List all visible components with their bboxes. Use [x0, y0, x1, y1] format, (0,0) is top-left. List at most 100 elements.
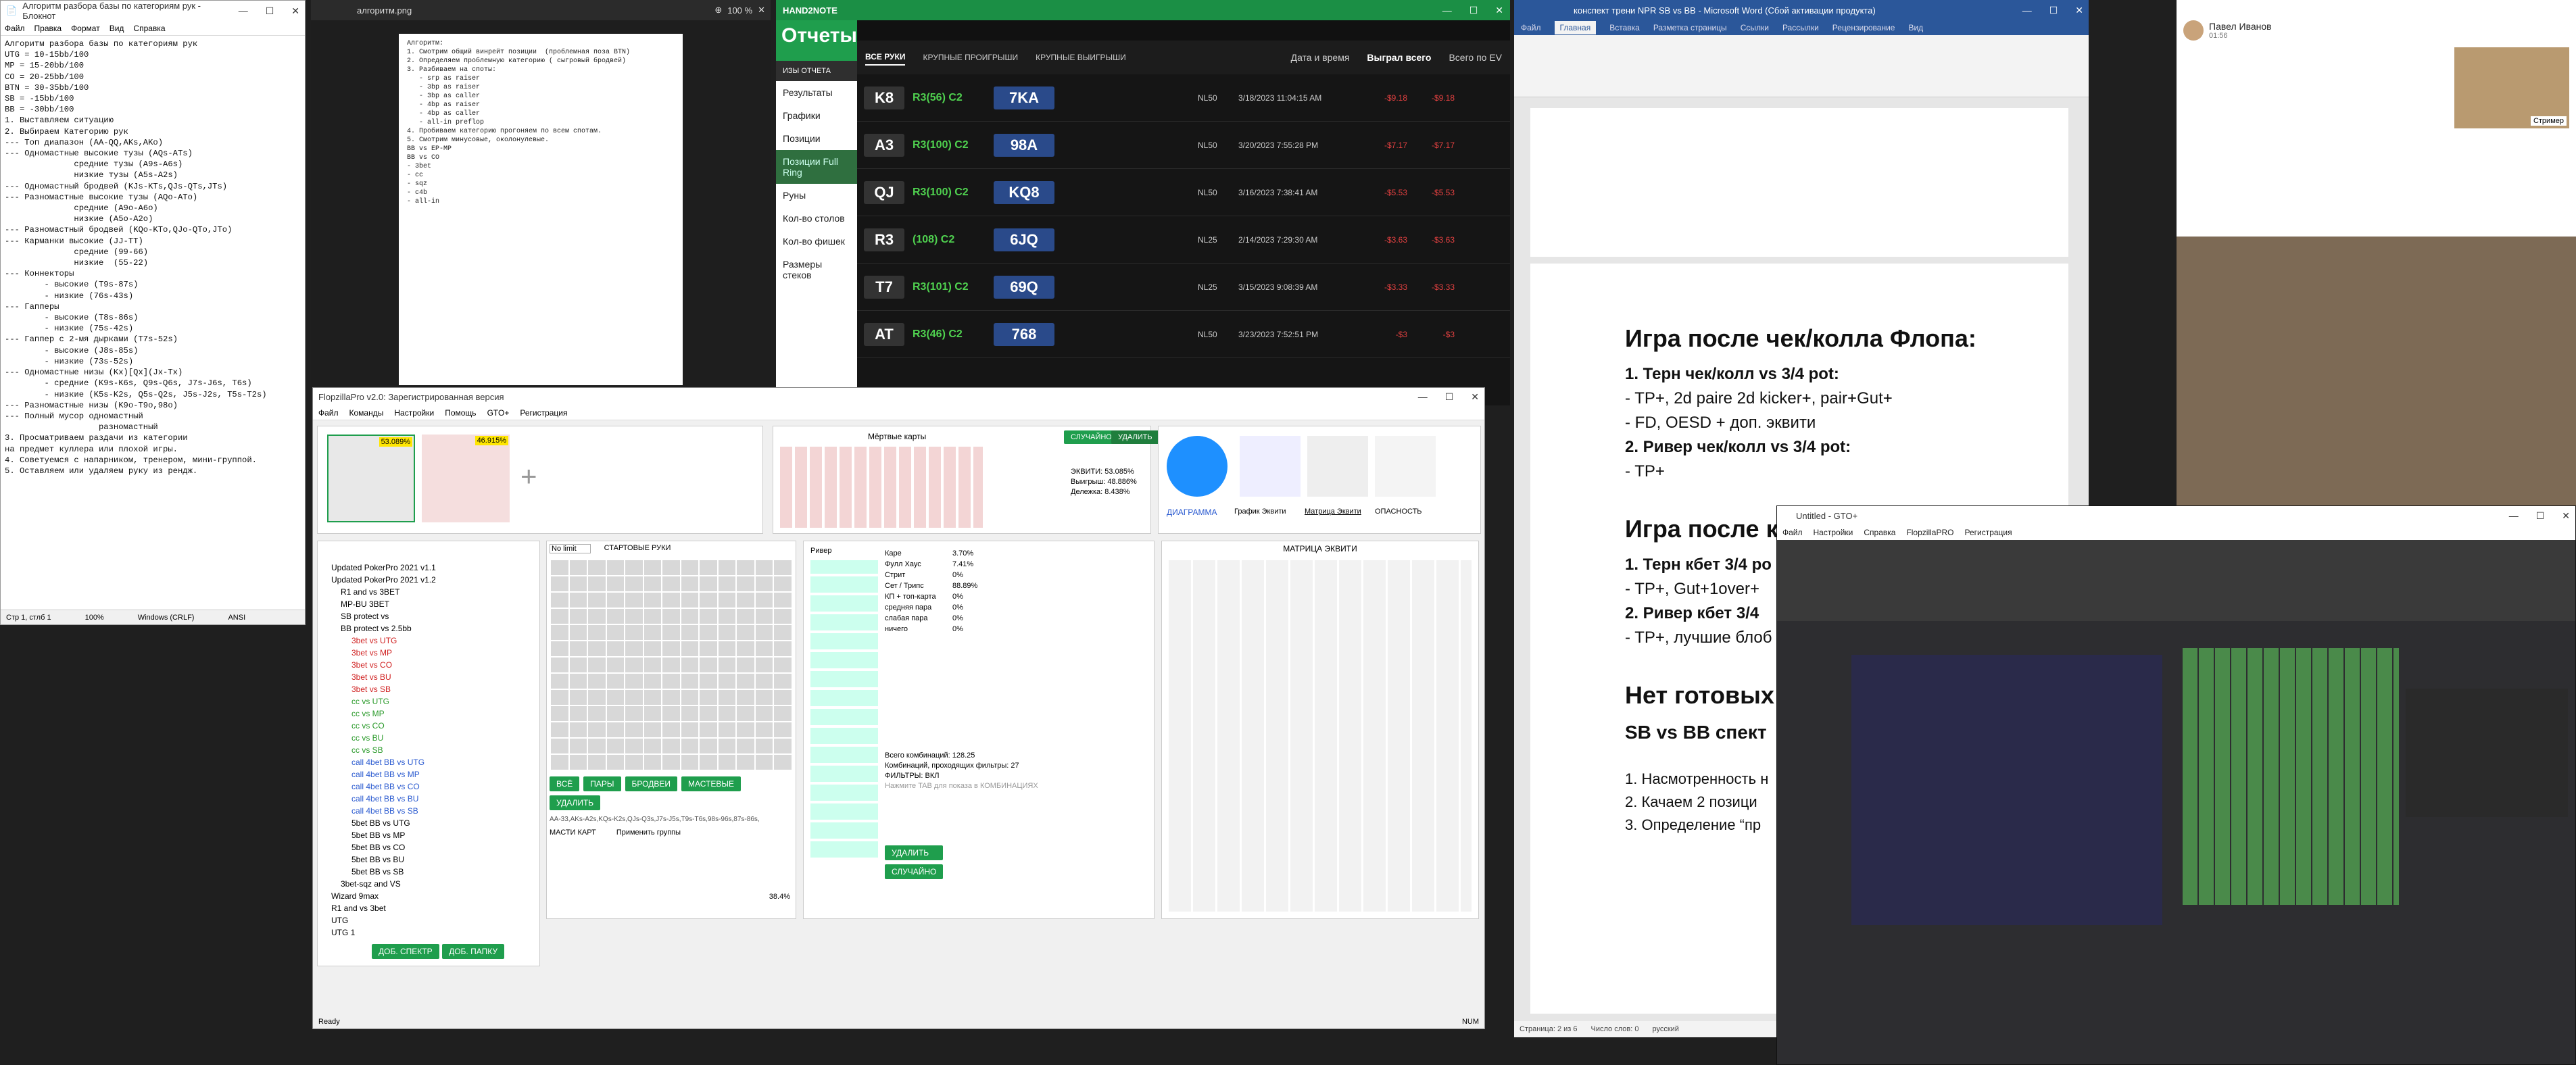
hand-cell[interactable] [551, 722, 568, 737]
hand-cell[interactable] [643, 755, 662, 770]
matrix-thumb[interactable] [1307, 436, 1368, 497]
hand-cell[interactable] [588, 625, 606, 640]
hand-cell[interactable] [737, 690, 754, 705]
hand-cell[interactable] [643, 625, 662, 640]
hand-cell[interactable] [551, 560, 568, 575]
hand-cell[interactable] [551, 755, 568, 770]
hand-cell[interactable] [569, 690, 587, 705]
hand-cell[interactable] [606, 641, 625, 656]
close-button[interactable]: ✕ [291, 5, 299, 17]
menu-item[interactable]: Помощь [445, 408, 476, 418]
hand-cell[interactable] [606, 609, 625, 624]
hand-cell[interactable] [681, 609, 699, 624]
hand-cell[interactable] [569, 755, 587, 770]
hand-cell[interactable] [755, 674, 773, 689]
hand-cell[interactable] [681, 560, 699, 575]
hand-cell[interactable] [606, 722, 625, 737]
tree-item[interactable]: cc vs BU [324, 732, 533, 744]
hand-cell[interactable] [569, 593, 587, 608]
broadway-button[interactable]: БРОДВЕИ [625, 776, 677, 791]
gto-strategy-grid[interactable] [2183, 648, 2399, 905]
add-folder-button[interactable]: ДОБ. ПАПКУ [442, 944, 504, 959]
hand-cell[interactable] [569, 625, 587, 640]
tree-item[interactable]: R1 and vs 3bet [324, 902, 533, 914]
hand-cell[interactable] [569, 722, 587, 737]
hand-cell[interactable] [625, 576, 643, 591]
tree-item[interactable]: 3bet vs BU [324, 671, 533, 683]
hand-cell[interactable] [662, 674, 680, 689]
hand-cell[interactable] [774, 706, 792, 721]
limit-select[interactable]: No limit [550, 544, 591, 553]
close-button[interactable]: ✕ [1495, 5, 1503, 16]
hand-cell[interactable] [755, 706, 773, 721]
hand-cell[interactable] [643, 593, 662, 608]
hand-cell[interactable] [718, 722, 736, 737]
menu-item[interactable]: Настройки [1814, 528, 1853, 537]
hand-cell[interactable] [700, 674, 717, 689]
h2n-nav-item[interactable]: Кол-во столов [776, 207, 857, 230]
hand-cell[interactable] [662, 706, 680, 721]
hand-cell[interactable] [662, 755, 680, 770]
tree-item[interactable]: R1 and vs 3BET [324, 586, 533, 598]
tab-big-wins[interactable]: КРУПНЫЕ ВЫИГРЫШИ [1036, 53, 1126, 62]
hand-cell[interactable] [774, 690, 792, 705]
thumbnail-video[interactable]: Стример [2454, 47, 2569, 128]
hand-matrix[interactable] [547, 556, 796, 774]
menu-item[interactable]: Команды [349, 408, 384, 418]
hand-cell[interactable] [774, 625, 792, 640]
hand-cell[interactable] [737, 641, 754, 656]
hand-cell[interactable] [700, 755, 717, 770]
matrix-label[interactable]: Матрица Эквити [1305, 507, 1361, 516]
filters-status[interactable]: ФИЛЬТРЫ: ВКЛ [885, 771, 1038, 781]
ranges-tree[interactable]: Updated PokerPro 2021 v1.1 Updated PokerP… [318, 541, 539, 941]
maximize-button[interactable]: ☐ [2049, 5, 2058, 16]
hand-cell[interactable] [718, 690, 736, 705]
ribbon-tab[interactable]: Файл [1521, 23, 1541, 32]
graph-label[interactable]: График Эквити [1234, 507, 1286, 516]
hand-cell[interactable] [588, 560, 606, 575]
close-button[interactable]: ✕ [1471, 391, 1479, 403]
col-date[interactable]: Дата и время [1291, 52, 1350, 63]
ribbon-tab[interactable]: Вид [1908, 23, 1923, 32]
hand-cell[interactable] [606, 593, 625, 608]
hand-cell[interactable] [625, 641, 643, 656]
hand-cell[interactable] [569, 739, 587, 753]
table-row[interactable]: AT R3(46) C2 768 NL50 3/23/2023 7:52:51 PM -$… [857, 311, 1510, 358]
hand-cell[interactable] [700, 658, 717, 672]
tree-item[interactable]: 3bet vs CO [324, 659, 533, 671]
hand-cell[interactable] [755, 658, 773, 672]
deck-grid[interactable] [780, 447, 983, 528]
close-button[interactable]: ✕ [2562, 510, 2570, 522]
hand-cell[interactable] [643, 641, 662, 656]
menu-item[interactable]: Файл [1782, 528, 1803, 537]
hand-cell[interactable] [625, 722, 643, 737]
hand-cell[interactable] [625, 658, 643, 672]
hand-cell[interactable] [774, 609, 792, 624]
hand-cell[interactable] [681, 722, 699, 737]
hand-cell[interactable] [700, 593, 717, 608]
menu-item[interactable]: Регистрация [520, 408, 567, 418]
table-row[interactable]: A3 R3(100) C2 98A NL50 3/20/2023 7:55:28 PM -… [857, 122, 1510, 169]
hand-cell[interactable] [718, 560, 736, 575]
hand-cell[interactable] [737, 755, 754, 770]
hand-cell[interactable] [774, 722, 792, 737]
hand-cell[interactable] [774, 674, 792, 689]
tree-item[interactable]: Updated PokerPro 2021 v1.1 [324, 562, 533, 574]
tree-item[interactable]: SB protect vs [324, 610, 533, 622]
hand-cell[interactable] [718, 641, 736, 656]
hand-cell[interactable] [700, 609, 717, 624]
hand-cell[interactable] [625, 690, 643, 705]
ribbon-tab[interactable]: Ссылки [1741, 23, 1769, 32]
hand-cell[interactable] [718, 609, 736, 624]
hand-cell[interactable] [625, 625, 643, 640]
hand-cell[interactable] [606, 739, 625, 753]
hand-cell[interactable] [662, 593, 680, 608]
hand-cell[interactable] [588, 706, 606, 721]
hand-cell[interactable] [737, 625, 754, 640]
hand-cell[interactable] [737, 706, 754, 721]
hand-cell[interactable] [625, 739, 643, 753]
menu-help[interactable]: Справка [133, 24, 165, 33]
suited-button[interactable]: МАСТЕВЫЕ [681, 776, 741, 791]
h2n-nav-item[interactable]: Руны [776, 184, 857, 207]
hand-cell[interactable] [755, 560, 773, 575]
